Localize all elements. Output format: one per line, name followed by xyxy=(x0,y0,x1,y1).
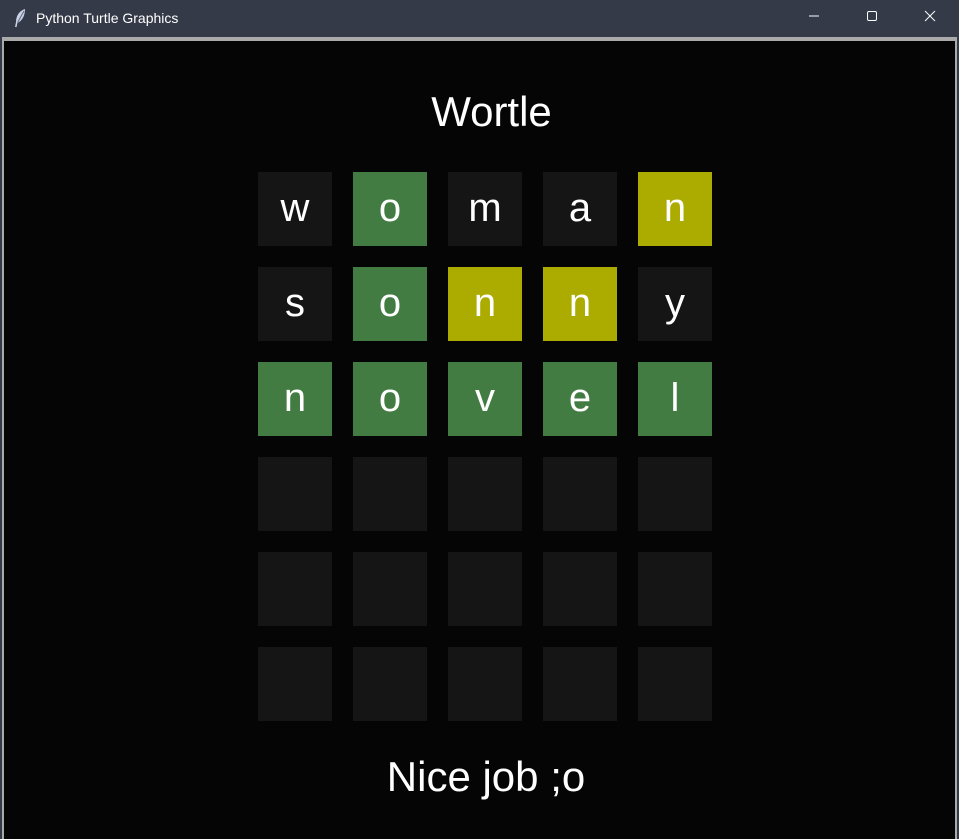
letter-tile xyxy=(448,457,522,531)
letter-tile xyxy=(353,647,427,721)
letter-tile: n xyxy=(258,362,332,436)
maximize-button[interactable] xyxy=(843,0,901,36)
app-window: Python Turtle Graphics Wortle womansonny… xyxy=(0,0,959,839)
title-bar[interactable]: Python Turtle Graphics xyxy=(0,0,959,36)
minimize-button[interactable] xyxy=(785,0,843,36)
letter-tile: w xyxy=(258,172,332,246)
letter-tile: o xyxy=(353,172,427,246)
maximize-icon xyxy=(866,9,878,27)
letter-tile xyxy=(543,647,617,721)
letter-tile: s xyxy=(258,267,332,341)
letter-tile xyxy=(543,457,617,531)
letter-tile xyxy=(638,457,712,531)
letter-tile xyxy=(638,552,712,626)
letter-tile: m xyxy=(448,172,522,246)
letter-tile: l xyxy=(638,362,712,436)
result-message: Nice job ;o xyxy=(386,753,586,800)
game-title: Wortle xyxy=(431,88,552,135)
letter-tile xyxy=(258,552,332,626)
letter-tile: o xyxy=(353,267,427,341)
letter-tile: a xyxy=(543,172,617,246)
letter-tile: n xyxy=(638,172,712,246)
letter-grid: womansonnynovel xyxy=(258,172,713,722)
letter-tile xyxy=(448,552,522,626)
close-icon xyxy=(924,9,936,27)
window-title: Python Turtle Graphics xyxy=(36,10,179,26)
letter-tile xyxy=(638,647,712,721)
letter-tile xyxy=(353,457,427,531)
letter-tile xyxy=(543,552,617,626)
letter-tile: n xyxy=(543,267,617,341)
letter-tile xyxy=(353,552,427,626)
letter-tile xyxy=(448,647,522,721)
feather-icon xyxy=(13,8,27,28)
letter-tile xyxy=(258,647,332,721)
close-button[interactable] xyxy=(901,0,959,36)
letter-tile: n xyxy=(448,267,522,341)
letter-tile: o xyxy=(353,362,427,436)
letter-tile: e xyxy=(543,362,617,436)
minimize-icon xyxy=(808,9,820,27)
letter-tile xyxy=(258,457,332,531)
letter-tile: v xyxy=(448,362,522,436)
letter-tile: y xyxy=(638,267,712,341)
